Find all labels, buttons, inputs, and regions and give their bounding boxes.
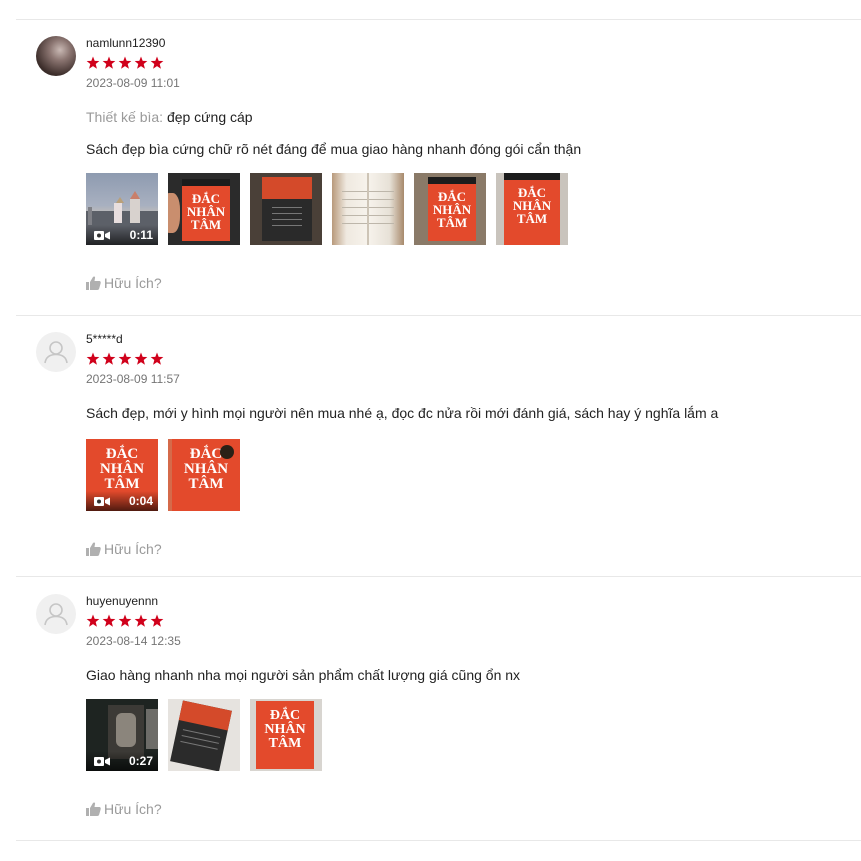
review-media-list: 0:27 ĐẮC NHÂN TÂM <box>86 699 841 771</box>
video-duration-bar: 0:11 <box>86 225 158 245</box>
star-icon <box>102 352 116 366</box>
review-image-thumbnail[interactable]: ĐẮC NHÂN TÂM <box>414 173 486 245</box>
star-icon <box>102 56 116 70</box>
review-comment: Sách đẹp, mới y hình mọi người nên mua n… <box>86 405 719 421</box>
star-icon <box>118 56 132 70</box>
helpful-label: Hữu Ích? <box>104 801 162 817</box>
rating-stars <box>86 614 841 628</box>
thumbs-up-icon <box>86 276 101 290</box>
review-image-thumbnail[interactable]: ĐẮC NHÂN TÂM <box>496 173 568 245</box>
book-cover: ĐẮC NHÂN TÂM <box>182 179 230 241</box>
video-camera-icon <box>94 496 110 506</box>
review-media-list: 0:11 ĐẮC NHÂN TÂM ĐẮC NHÂN TÂM ĐẮC NHÂN … <box>86 173 841 245</box>
review-divider <box>16 19 861 20</box>
star-icon <box>86 352 100 366</box>
helpful-button[interactable]: Hữu Ích? <box>86 801 841 817</box>
video-duration: 0:27 <box>128 754 153 768</box>
thumbs-up-icon <box>86 542 101 556</box>
review-attribute: Thiết kế bìa: đẹp cứng cáp <box>86 109 841 125</box>
avatar[interactable] <box>36 36 76 76</box>
review-image-thumbnail[interactable]: ĐẮC NHÂN TÂM <box>250 699 322 771</box>
attribute-label: Thiết kế bìa: <box>86 109 164 125</box>
star-icon <box>102 614 116 628</box>
book-cover: ĐẮC NHÂN TÂM <box>256 701 314 769</box>
review-comment: Giao hàng nhanh nha mọi người sản phẩm c… <box>86 667 521 683</box>
review-image-thumbnail[interactable]: ĐẮC NHÂN TÂM <box>168 439 240 511</box>
review-media-list: ĐẮC NHÂN TÂM 0:04 ĐẮC NHÂN TÂM <box>86 439 841 511</box>
video-duration: 0:11 <box>129 228 153 242</box>
star-icon <box>150 352 164 366</box>
book-cover: ĐẮC NHÂN TÂM <box>428 177 476 241</box>
review-username[interactable]: huyenuyennn <box>86 594 841 608</box>
default-user-icon <box>44 341 68 364</box>
star-icon <box>86 56 100 70</box>
helpful-label: Hữu Ích? <box>104 275 162 291</box>
review-image-thumbnail[interactable] <box>250 173 322 245</box>
helpful-button[interactable]: Hữu Ích? <box>86 541 841 557</box>
star-icon <box>118 614 132 628</box>
star-icon <box>134 56 148 70</box>
star-icon <box>86 614 100 628</box>
star-icon <box>134 352 148 366</box>
thumbs-up-icon <box>86 802 101 816</box>
review-divider <box>16 576 861 577</box>
review-divider <box>16 315 861 316</box>
review-date: 2023-08-14 12:35 <box>86 634 181 648</box>
video-camera-icon <box>94 756 110 766</box>
star-icon <box>150 56 164 70</box>
video-duration-bar: 0:04 <box>86 491 158 511</box>
review-comment: Sách đẹp bìa cứng chữ rõ nét đáng để mua… <box>86 141 582 157</box>
avatar[interactable] <box>36 332 76 372</box>
review-video-thumbnail[interactable]: ĐẮC NHÂN TÂM 0:04 <box>86 439 158 511</box>
star-icon <box>150 614 164 628</box>
book-back-cover <box>262 177 312 241</box>
review-video-thumbnail[interactable]: 0:27 <box>86 699 158 771</box>
rating-stars <box>86 56 841 70</box>
helpful-button[interactable]: Hữu Ích? <box>86 275 841 291</box>
star-icon <box>118 352 132 366</box>
review-date: 2023-08-09 11:01 <box>86 76 180 90</box>
avatar[interactable] <box>36 594 76 634</box>
review-image-thumbnail[interactable] <box>168 699 240 771</box>
review-username[interactable]: namlunn12390 <box>86 36 841 50</box>
attribute-value: đẹp cứng cáp <box>166 109 253 125</box>
review-image-thumbnail[interactable]: ĐẮC NHÂN TÂM <box>168 173 240 245</box>
review-image-thumbnail[interactable] <box>332 173 404 245</box>
video-duration: 0:04 <box>128 494 153 508</box>
default-user-icon <box>44 603 68 626</box>
review-video-thumbnail[interactable]: 0:11 <box>86 173 158 245</box>
rating-stars <box>86 352 841 366</box>
review-divider <box>16 840 861 841</box>
video-camera-icon <box>94 230 110 240</box>
star-icon <box>134 614 148 628</box>
review-date: 2023-08-09 11:57 <box>86 372 180 386</box>
review-username[interactable]: 5*****d <box>86 332 841 346</box>
video-duration-bar: 0:27 <box>86 751 158 771</box>
book-cover: ĐẮC NHÂN TÂM <box>504 173 560 245</box>
helpful-label: Hữu Ích? <box>104 541 162 557</box>
